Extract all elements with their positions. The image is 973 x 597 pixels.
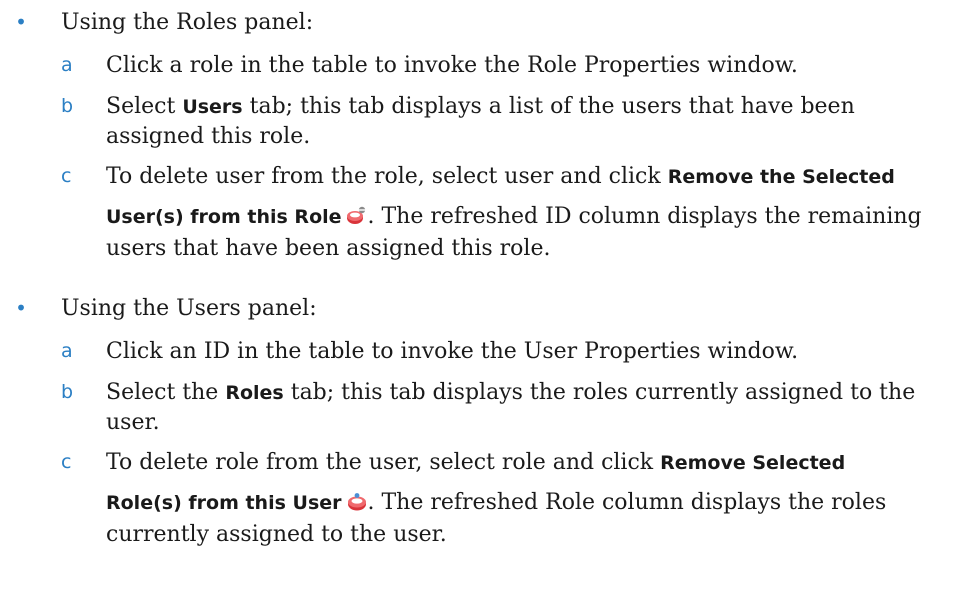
step-text: Click a role in the table to invoke the … — [106, 53, 798, 78]
step-item: c To delete role from the user, select r… — [0, 448, 973, 478]
step-letter: c — [61, 451, 72, 473]
step-letter: c — [61, 165, 72, 187]
ui-label-users-tab: Users — [182, 96, 243, 118]
step-text: Click an ID in the table to invoke the U… — [106, 339, 799, 364]
step-text-pre: Select the — [106, 380, 226, 405]
bullet-item-users-panel: • Using the Users panel: — [0, 294, 973, 323]
remove-user-from-role-icon — [346, 205, 368, 234]
ui-label-remove-user-line2: User(s) from this Role — [106, 206, 342, 228]
section-intro: Using the Users panel: — [61, 296, 317, 321]
ui-label-remove-user-line1: Remove the Selected — [667, 166, 895, 188]
ui-label-roles-tab: Roles — [225, 382, 284, 404]
step-text-pre: To delete role from the user, select rol… — [106, 450, 661, 475]
step-item: c To delete user from the role, select u… — [0, 162, 973, 192]
step-item: a Click a role in the table to invoke th… — [0, 51, 973, 80]
step-letter: b — [61, 381, 74, 403]
remove-role-from-user-icon — [346, 491, 368, 520]
ui-label-remove-role-line1: Remove Selected — [660, 452, 846, 474]
step-letter: b — [61, 95, 74, 117]
step-continuation: Role(s) from this User. The refreshed Ro… — [0, 488, 973, 549]
step-item: b Select the Roles tab; this tab display… — [0, 378, 973, 437]
step-item: a Click an ID in the table to invoke the… — [0, 337, 973, 366]
bullet-item-roles-panel: • Using the Roles panel: — [0, 8, 973, 37]
ui-label-remove-role-line2: Role(s) from this User — [106, 492, 342, 514]
bullet-icon: • — [15, 10, 27, 34]
step-text-pre: Select — [106, 94, 183, 119]
step-letter: a — [61, 340, 73, 362]
section-intro: Using the Roles panel: — [61, 10, 314, 35]
step-letter: a — [61, 54, 73, 76]
step-item: b Select Users tab; this tab displays a … — [0, 92, 973, 151]
step-text-pre: To delete user from the role, select use… — [106, 164, 668, 189]
document-page: • Using the Roles panel: a Click a role … — [0, 0, 973, 597]
step-continuation: User(s) from this Role. The refreshed ID… — [0, 202, 973, 263]
bullet-icon: • — [15, 296, 27, 320]
